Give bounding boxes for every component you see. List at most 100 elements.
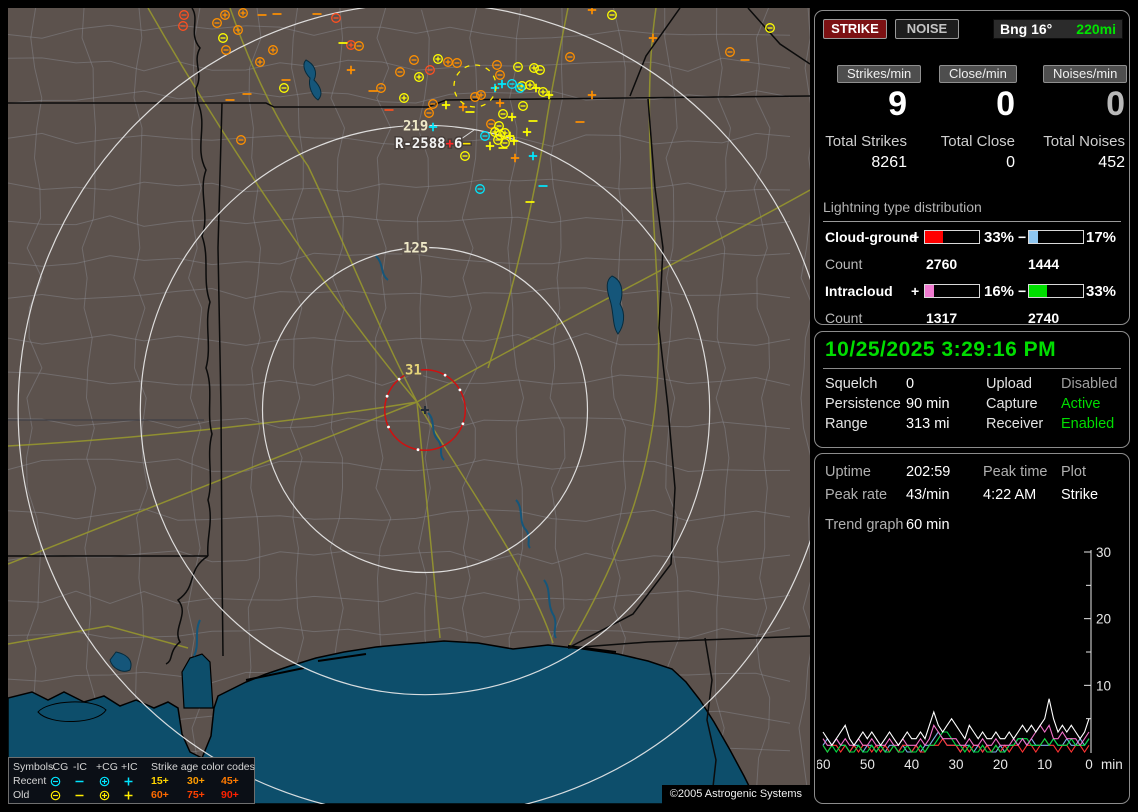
trend-series-IC− (822, 731, 1090, 754)
copyright-text: ©2005 Astrogenic Systems (661, 785, 810, 804)
strikes-per-min-value: 9 (888, 85, 907, 123)
plus-icon (122, 789, 135, 804)
plot-value: Strike (1061, 487, 1099, 503)
trend-graph-label: Trend graph (825, 517, 904, 533)
peak-time-value: 4:22 AM (983, 487, 1037, 503)
total-close-label: Total Close (940, 133, 1015, 150)
trend-graph-chart: 10 20 30 60 50 40 30 20 10 0 min (817, 545, 1123, 772)
noise-button[interactable]: NOISE (895, 19, 959, 39)
trend-series-CG− (822, 731, 1090, 754)
intracloud-row: Intracloud + 16% − 33% (815, 283, 1129, 300)
x-tick-label: 50 (860, 757, 875, 772)
divider (823, 368, 1121, 369)
ring-label: 125 (403, 241, 428, 257)
y-tick-label: 20 (1096, 612, 1111, 627)
ic-neg-percent: 33% (1086, 283, 1117, 300)
upload-value: Disabled (1061, 376, 1118, 392)
range-label: Range (825, 416, 868, 432)
total-close-value: 0 (1006, 154, 1015, 171)
minus-sign: − (1018, 229, 1027, 245)
range-setting-value: 313 mi (906, 416, 950, 432)
minus-icon (73, 789, 86, 804)
capture-value: Active (1061, 396, 1101, 412)
peak-rate-value: 43/min (906, 487, 950, 503)
trend-graph-value: 60 min (906, 517, 950, 533)
x-tick-label: 30 (948, 757, 963, 772)
cg-neg-count: 1444 (1028, 256, 1060, 272)
range-value: 220mi (1076, 21, 1116, 37)
session-row: Uptime 202:59 Peak time Plot (815, 464, 1129, 482)
trend-graph-row: Trend graph 60 min (815, 517, 1129, 535)
age-badge: 15+ (151, 775, 169, 787)
trend-series-IC+ (822, 724, 1090, 747)
cg-pos-bar (924, 230, 980, 244)
age-badge: 45+ (221, 775, 239, 787)
x-tick-label: 20 (993, 757, 1008, 772)
x-axis-unit: min (1101, 757, 1123, 772)
legend-col-neg-cg: -CG (49, 761, 69, 773)
ic-pos-count: 1317 (926, 310, 958, 326)
uptime-value: 202:59 (906, 464, 951, 480)
noises-per-min-header[interactable]: Noises/min (1043, 65, 1128, 83)
plus-sign: + (911, 283, 920, 299)
bearing-value: Bng 16° (1000, 21, 1053, 37)
status-row: Persistence 90 min Capture Active (815, 396, 1129, 414)
total-noises-value: 452 (1098, 154, 1125, 171)
cg-pos-percent: 33% (984, 229, 1015, 246)
age-badge: 60+ (151, 789, 169, 801)
cloud-ground-label: Cloud-ground (825, 229, 918, 245)
total-strikes-label: Total Strikes (825, 133, 907, 150)
strike-button[interactable]: STRIKE (823, 19, 887, 39)
ic-neg-bar (1028, 284, 1084, 298)
date-time: 10/25/2025 3:29:16 PM (825, 338, 1057, 361)
session-panel: Uptime 202:59 Peak time Plot Peak rate 4… (814, 453, 1130, 804)
map-legend: Symbols -CG -IC +CG +IC Strike age color… (8, 757, 255, 804)
ring-label: 219 (403, 118, 428, 134)
status-row: Squelch 0 Upload Disabled (815, 376, 1129, 394)
squelch-value: 0 (906, 376, 915, 392)
count-label: Count (825, 256, 863, 272)
ic-pos-bar (924, 284, 980, 298)
legend-col-neg-ic: -IC (73, 761, 87, 773)
close-per-min-header[interactable]: Close/min (939, 65, 1017, 83)
legend-col-pos-cg: +CG (96, 761, 118, 773)
ic-pos-percent: 16% (984, 283, 1015, 300)
age-badge: 75+ (187, 789, 205, 801)
counters-panel: STRIKE NOISE Bng 16° 220mi Strikes/min C… (814, 10, 1130, 326)
legend-col-pos-ic: +IC (121, 761, 138, 773)
storm-cell-label: R-2588+6− (395, 136, 471, 152)
session-row: Peak rate 43/min 4:22 AM Strike (815, 487, 1129, 505)
legend-age-header: Strike age color codes (151, 761, 255, 773)
status-panel: 10/25/2025 3:29:16 PM Squelch 0 Upload D… (814, 331, 1130, 448)
peak-time-label: Peak time (983, 464, 1048, 480)
total-noises-label: Total Noises (1043, 133, 1125, 150)
circle-plus-icon (98, 789, 111, 804)
persistence-value: 90 min (906, 396, 950, 412)
close-ring-label: 31 (405, 363, 422, 379)
ring-label: 313 (403, 8, 428, 12)
map-canvas[interactable]: 313 219 125 31 R-2588+6− (8, 8, 810, 804)
squelch-label: Squelch (825, 376, 878, 392)
cg-neg-percent: 17% (1086, 229, 1117, 246)
ic-neg-count: 2740 (1028, 310, 1060, 326)
peak-rate-label: Peak rate (825, 487, 888, 503)
receiver-value: Enabled (1061, 416, 1115, 432)
status-row: Range 313 mi Receiver Enabled (815, 416, 1129, 434)
uptime-label: Uptime (825, 464, 871, 480)
legend-old-label: Old (13, 789, 30, 801)
cg-neg-bar (1028, 230, 1084, 244)
plus-sign: + (911, 229, 920, 245)
receiver-label: Receiver (986, 416, 1044, 432)
circle-minus-icon (49, 789, 62, 804)
y-tick-label: 10 (1096, 678, 1111, 693)
lightning-map[interactable]: 313 219 125 31 R-2588+6− Symbols -CG -IC +C… (8, 8, 810, 804)
x-tick-label: 60 (817, 757, 831, 772)
count-label: Count (825, 310, 863, 326)
upload-label: Upload (986, 376, 1032, 392)
strikes-per-min-header[interactable]: Strikes/min (837, 65, 922, 83)
intracloud-label: Intracloud (825, 283, 893, 299)
bearing-range-display: Bng 16° 220mi (993, 19, 1123, 39)
x-tick-label: 10 (1037, 757, 1052, 772)
intracloud-count-row: Count 1317 2740 (815, 310, 1129, 326)
total-strikes-value: 8261 (871, 154, 907, 171)
